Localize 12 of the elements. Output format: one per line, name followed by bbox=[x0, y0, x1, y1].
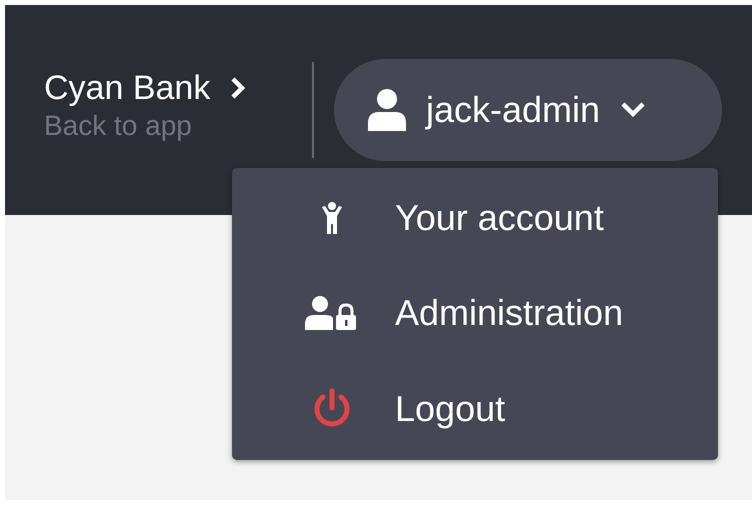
chevron-down-icon bbox=[620, 101, 646, 119]
back-to-app-text: Back to app bbox=[44, 110, 193, 142]
menu-item[interactable]: Your account bbox=[232, 168, 718, 268]
chevron-right-icon bbox=[230, 76, 246, 100]
user-lock-icon bbox=[304, 296, 358, 330]
menu-item[interactable]: Administration bbox=[232, 268, 718, 358]
figure-icon bbox=[320, 201, 342, 235]
user-menu-button[interactable]: jack-admin bbox=[334, 59, 722, 161]
menu-item[interactable]: Logout bbox=[232, 358, 718, 460]
user-icon bbox=[368, 89, 406, 131]
brand-title: Cyan Bank bbox=[44, 68, 210, 108]
back-link[interactable]: Cyan Bank Back to app bbox=[44, 68, 290, 142]
